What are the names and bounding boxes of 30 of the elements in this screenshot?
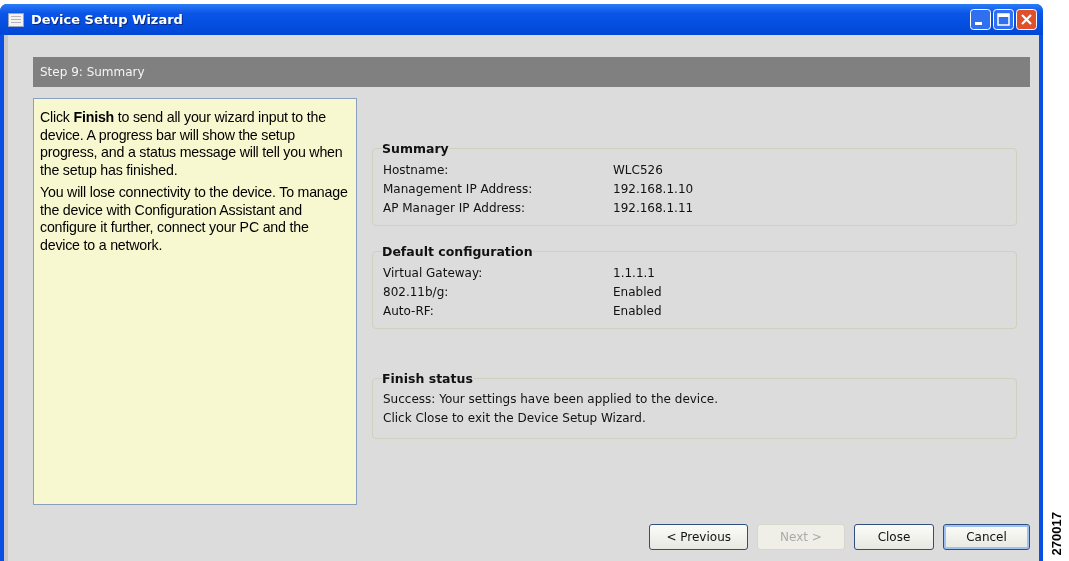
window-title: Device Setup Wizard [31,12,184,27]
wizard-button[interactable]: Close [854,524,934,550]
field-value: WLC526 [613,162,663,177]
wizard-button[interactable]: Cancel [943,524,1030,550]
help-text: Click Finish to send all your wizard input to the device. A progress bar will show the setup progress, and a status message will tell you when the setup has finished. [40,109,344,179]
field-label: Auto-RF: [383,303,435,318]
field-value: 192.168.1.11 [613,200,694,215]
section-title: Summary [382,141,449,156]
field-value: Enabled [613,303,662,318]
step-header: Step 9: Summary [33,57,1030,87]
wizard-button: Next > [757,524,845,550]
help-text: You will lose connectivity to the device. To manage the device with Configuration Assistant and configure it further, connect your PC and the device to a network. [40,184,349,254]
section-title: Finish status [382,371,473,386]
field-label: Management IP Address: [383,181,534,196]
maximize-icon[interactable] [993,9,1014,30]
field-value: Enabled [613,284,662,299]
field-label: AP Manager IP Address: [383,200,527,215]
field-label: Hostname: [383,162,450,177]
status-message: Success: Your settings have been applied to the device. [383,391,719,408]
field-value: 1.1.1.1 [613,265,655,280]
field-value: 192.168.1.10 [613,181,694,196]
field-label: Virtual Gateway: [383,265,484,280]
close-icon[interactable] [1016,9,1037,30]
window-icon [8,12,24,27]
status-message: Click Close to exit the Device Setup Wizard. [383,410,647,427]
section-title: Default configuration [382,244,533,259]
figure-number: 270017 [1048,511,1064,555]
minimize-icon[interactable] [970,9,991,30]
wizard-button[interactable]: < Previous [649,524,748,550]
field-label: 802.11b/g: [383,284,450,299]
